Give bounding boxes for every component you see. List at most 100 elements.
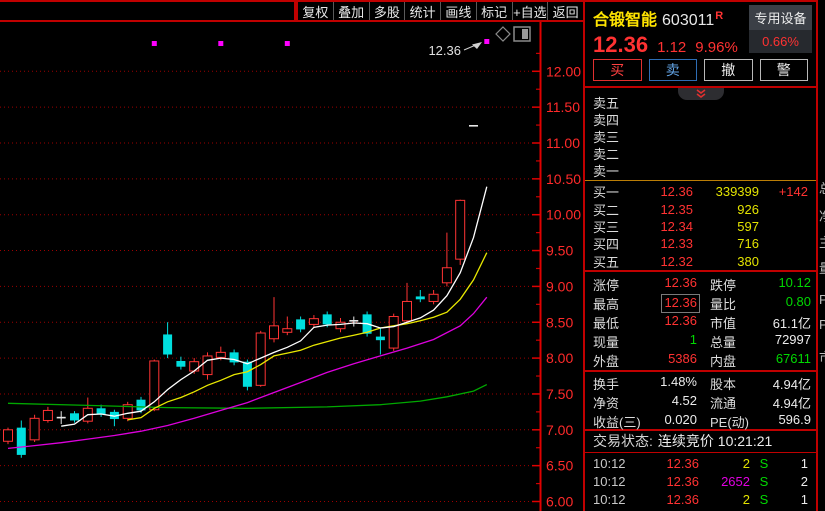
- stat-value: 72997: [774, 332, 811, 347]
- clipped-glyph: P: [819, 317, 825, 332]
- stat-label: 现量: [593, 335, 620, 350]
- price-annotation: 12.36: [428, 43, 461, 58]
- bid-queue: 买一 12.36 339399 +142 买二 12.35 926 买三 12.34 597 …: [585, 181, 816, 270]
- y-axis-label: 10.00: [546, 207, 581, 223]
- toolbar-button-drawline[interactable]: 画线: [440, 2, 476, 20]
- toolbar-button-mark[interactable]: 标记: [475, 2, 512, 20]
- bid-price: 12.35: [660, 201, 693, 217]
- buy-button[interactable]: 买: [593, 59, 642, 81]
- toolbar-button-add-watchlist[interactable]: +自选: [511, 2, 548, 20]
- stat-label: 涨停: [593, 278, 620, 293]
- tick-list[interactable]: 10:12 12.36 2 S 1 10:12 12.36 2652 S 2 10:12 12.3…: [585, 453, 816, 511]
- stat-value-highlighted: 12.36: [661, 294, 700, 313]
- y-axis-label: 10.50: [546, 171, 581, 187]
- bid-row-5[interactable]: 买五 12.32 380: [585, 253, 816, 270]
- bid-volume: 716: [737, 236, 759, 252]
- bid-price: 12.33: [660, 236, 693, 252]
- stat-value: 12.36: [664, 313, 697, 328]
- bid-row-3[interactable]: 买三 12.34 597: [585, 218, 816, 235]
- y-axis-label: 6.50: [546, 458, 573, 474]
- last-price: 12.36: [593, 32, 649, 57]
- tick-row: 10:12 12.36 2 S 1: [585, 454, 816, 472]
- trading-status-value: 连续竞价 10:21:21: [657, 433, 773, 449]
- stat-value: 4.94亿: [772, 377, 811, 392]
- stat-value: 10.12: [778, 275, 811, 290]
- sector-name: 专用设备: [749, 5, 812, 30]
- stat-label: 外盘: [593, 354, 620, 369]
- cancel-order-button[interactable]: 撤: [704, 59, 753, 81]
- tick-volume: 2652: [721, 473, 750, 489]
- stat-label: 股本: [710, 377, 737, 392]
- top-toolbar: 复权 叠加 多股 统计 画线 标记 +自选 返回: [0, 0, 583, 22]
- stat-label: 总量: [710, 335, 737, 350]
- ask-row-3[interactable]: 卖三: [585, 128, 816, 145]
- y-axis: 12.00 11.50 11.00 10.50 10.00 9.50 9.00 8.50 8.0…: [532, 22, 581, 511]
- alert-button[interactable]: 警: [759, 59, 808, 81]
- y-axis-label: 7.00: [546, 422, 573, 438]
- kline-chart[interactable]: 12.00 11.50 11.00 10.50 10.00 9.50 9.00 8.50 8.0…: [0, 22, 583, 511]
- stat-label: 最低: [593, 316, 620, 331]
- bid-label: 买四: [593, 237, 620, 253]
- tick-time: 10:12: [593, 473, 626, 489]
- stats-block-1: 涨停 12.36 跌停 10.12 最高 12.36 量比 0.80 最低 12.36 市…: [585, 272, 816, 370]
- stat-label: 净资: [593, 396, 620, 411]
- ask-row-2[interactable]: 卖二: [585, 145, 816, 162]
- stock-code: 603011: [662, 12, 715, 29]
- margin-flag: R: [715, 10, 724, 22]
- stat-value: 67611: [775, 351, 811, 366]
- current-price-dot: [484, 39, 490, 44]
- trading-status-label: 交易状态:: [593, 433, 653, 449]
- stat-label: 跌停: [710, 278, 737, 293]
- bid-label: 买三: [593, 219, 620, 235]
- stat-value: 5386: [668, 351, 697, 366]
- stat-label: 流通: [710, 396, 737, 411]
- tick-side: S: [759, 473, 769, 489]
- stat-label: 收益(三): [593, 415, 641, 430]
- collapse-tab[interactable]: [677, 88, 724, 100]
- y-axis-label: 9.50: [546, 243, 573, 259]
- stat-value: 1.48%: [660, 374, 697, 389]
- diamond-icon[interactable]: [495, 26, 511, 42]
- bid-volume: 926: [737, 201, 759, 217]
- ask-row-1[interactable]: 卖一: [585, 162, 816, 179]
- toolbar-button-multistock[interactable]: 多股: [368, 2, 405, 20]
- bid-price: 12.36: [660, 184, 693, 200]
- signal-dot: [151, 41, 157, 46]
- price-change-pct: 9.96%: [695, 39, 738, 56]
- tick-count: 2: [800, 473, 808, 489]
- trade-button-row: 买 卖 撤 警: [585, 58, 816, 86]
- ask-queue: 卖五 卖四 卖三 卖二 卖一: [585, 88, 816, 180]
- bid-volume-change: +142: [778, 184, 808, 200]
- clipped-glyph: 市: [819, 347, 825, 366]
- tick-price: 12.36: [666, 491, 699, 507]
- clipped-glyph: 净: [819, 206, 825, 225]
- bid-row-1[interactable]: 买一 12.36 339399 +142: [585, 183, 816, 200]
- kline-chart-svg: 12.00 11.50 11.00 10.50 10.00 9.50 9.00 8.50 8.0…: [0, 22, 581, 511]
- price-change: 1.12: [657, 39, 687, 56]
- ask-row-4[interactable]: 卖四: [585, 111, 816, 128]
- stats-block-2: 换手 1.48% 股本 4.94亿 净资 4.52 流通 4.94亿 收益(三) 0.02…: [585, 372, 816, 430]
- bid-row-2[interactable]: 买二 12.35 926: [585, 200, 816, 218]
- split-window-icon-fill: [522, 29, 528, 39]
- clipped-glyph: P: [819, 292, 825, 307]
- sell-button[interactable]: 卖: [648, 59, 697, 81]
- quote-panel: 合锻智能 603011R 12.36 1.12 9.96% 专用设备 0.66% 买 …: [583, 0, 818, 511]
- stat-label: 换手: [593, 377, 620, 392]
- toolbar-button-overlay[interactable]: 叠加: [332, 2, 369, 20]
- y-axis-label: 6.00: [546, 494, 573, 510]
- toolbar-button-restore[interactable]: 复权: [298, 2, 333, 20]
- stat-label: 市值: [710, 316, 737, 331]
- tick-volume: 2: [742, 455, 750, 471]
- signal-dot: [284, 41, 290, 46]
- ma-line-MA10: [127, 252, 488, 421]
- toolbar-button-statistics[interactable]: 统计: [404, 2, 440, 20]
- toolbar-button-back[interactable]: 返回: [547, 2, 583, 20]
- tick-time: 10:12: [593, 491, 626, 507]
- tick-count: 1: [800, 455, 808, 471]
- sector-box[interactable]: 专用设备 0.66%: [749, 5, 812, 53]
- quote-header: 合锻智能 603011R 12.36 1.12 9.96% 专用设备 0.66%: [585, 2, 816, 58]
- bid-row-4[interactable]: 买四 12.33 716: [585, 235, 816, 252]
- bid-volume: 339399: [715, 184, 759, 200]
- tick-count: 1: [800, 491, 808, 507]
- tick-side: S: [759, 491, 769, 507]
